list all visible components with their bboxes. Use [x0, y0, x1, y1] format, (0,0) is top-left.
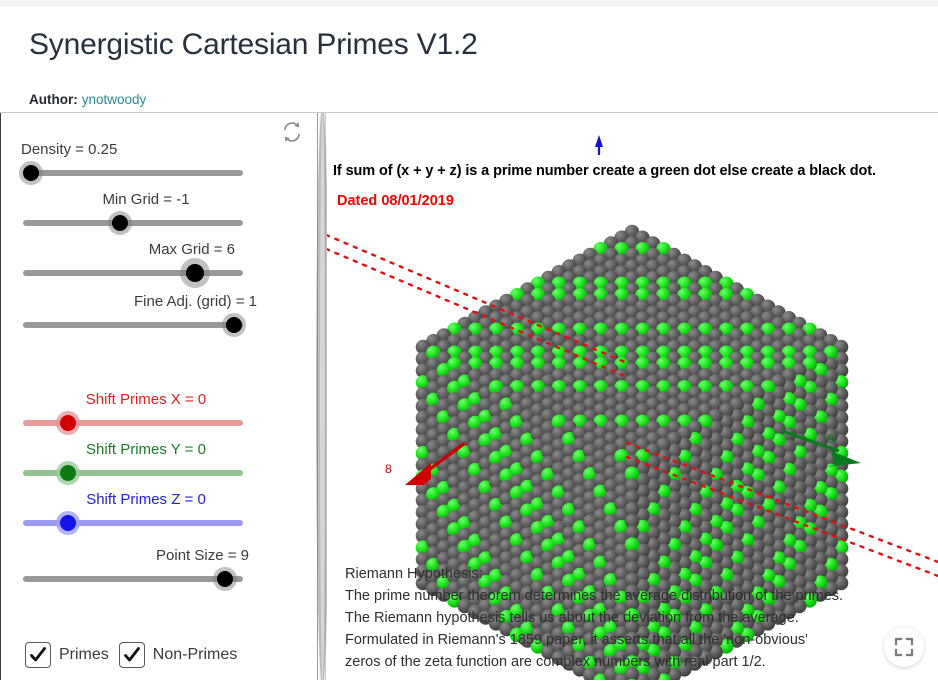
riemann-line-0: Riemann Hypothesis:	[345, 566, 483, 582]
slider-shift-z-track[interactable]	[23, 520, 243, 526]
slider-shift-y-label: Shift Primes Y = 0	[86, 441, 206, 458]
slider-fine-adj-thumb[interactable]	[226, 317, 242, 333]
slider-density-label: Density = 0.25	[21, 141, 118, 158]
slider-point-size-track[interactable]	[23, 576, 243, 582]
check-icon	[123, 647, 140, 662]
checkbox-non-primes-label: Non-Primes	[152, 646, 238, 663]
slider-max-grid-label: Max Grid = 6	[148, 241, 235, 258]
fullscreen-icon[interactable]	[884, 627, 924, 667]
slider-max-grid-thumb[interactable]	[186, 264, 204, 282]
slider-point-size[interactable]: Point Size = 9	[1, 547, 319, 589]
riemann-line-3: Formulated in Riemann's 1859 paper, it a…	[345, 632, 808, 648]
slider-shift-x[interactable]: Shift Primes X = 0	[1, 391, 319, 433]
slider-min-grid-label: Min Grid = -1	[102, 191, 190, 208]
checkbox-primes-box[interactable]	[25, 642, 51, 668]
slider-fine-adj-track[interactable]	[23, 322, 243, 328]
applet-frame: Density = 0.25 Min Grid = -1 Max Grid = …	[0, 112, 938, 680]
slider-fine-adj-label: Fine Adj. (grid) = 1	[134, 293, 257, 310]
axis-label-y: 8	[827, 432, 834, 446]
slider-shift-z[interactable]: Shift Primes Z = 0	[1, 491, 319, 533]
slider-max-grid-track[interactable]	[23, 270, 243, 276]
riemann-text-block: Riemann Hypothesis: The prime number the…	[345, 563, 843, 673]
caption-main: If sum of (x + y + z) is a prime number …	[333, 163, 876, 179]
checkbox-primes-label: Primes	[59, 646, 109, 663]
slider-shift-z-thumb[interactable]	[60, 515, 76, 531]
slider-min-grid[interactable]: Min Grid = -1	[1, 191, 319, 233]
slider-density[interactable]: Density = 0.25	[1, 141, 319, 183]
axis-label-x: 8	[385, 462, 392, 476]
riemann-line-1: The prime number theorem determines the …	[345, 588, 844, 604]
slider-shift-y-track[interactable]	[23, 470, 243, 476]
slider-density-track[interactable]	[23, 170, 243, 176]
slider-density-thumb[interactable]	[23, 165, 39, 181]
check-icon	[30, 647, 46, 662]
applet-page: Synergistic Cartesian Primes V1.2 Author…	[0, 0, 938, 680]
page-header: Synergistic Cartesian Primes V1.2 Author…	[0, 6, 938, 112]
slider-shift-x-track[interactable]	[23, 420, 243, 426]
slider-min-grid-thumb[interactable]	[112, 215, 128, 231]
slider-shift-x-label: Shift Primes X = 0	[85, 391, 207, 408]
checkbox-non-primes-box[interactable]	[118, 642, 145, 668]
riemann-line-4: zeros of the zeta function are complex n…	[345, 654, 766, 670]
author-link[interactable]: ynotwoody	[82, 92, 147, 107]
slider-fine-adj[interactable]: Fine Adj. (grid) = 1	[1, 293, 319, 335]
sidebar-scrollbar-thumb[interactable]	[320, 113, 325, 680]
3d-canvas[interactable]: 8 8 If sum of (x + y + z) is a prime numb…	[327, 113, 938, 680]
controls-sidebar: Density = 0.25 Min Grid = -1 Max Grid = …	[0, 113, 318, 680]
page-title: Synergistic Cartesian Primes V1.2	[29, 28, 478, 61]
slider-point-size-thumb[interactable]	[217, 571, 233, 587]
author-label: Author:	[29, 92, 78, 107]
slider-shift-y-thumb[interactable]	[60, 465, 76, 481]
checkbox-primes[interactable]: Primes	[25, 642, 109, 668]
author-line: Author: ynotwoody	[29, 92, 146, 107]
slider-shift-y[interactable]: Shift Primes Y = 0	[1, 441, 319, 483]
checkbox-non-primes[interactable]: Non-Primes	[118, 642, 238, 668]
riemann-line-2: The Riemann hypothesis tells us about th…	[345, 610, 799, 626]
slider-point-size-label: Point Size = 9	[156, 547, 249, 564]
slider-max-grid[interactable]: Max Grid = 6	[1, 241, 319, 283]
slider-shift-z-label: Shift Primes Z = 0	[86, 491, 206, 508]
slider-shift-x-thumb[interactable]	[60, 415, 76, 431]
filter-checkboxes: Primes Non-Primes	[25, 642, 237, 668]
caption-date: Dated 08/01/2019	[337, 193, 454, 209]
sidebar-scrollbar[interactable]	[319, 113, 326, 680]
slider-min-grid-track[interactable]	[23, 220, 243, 226]
